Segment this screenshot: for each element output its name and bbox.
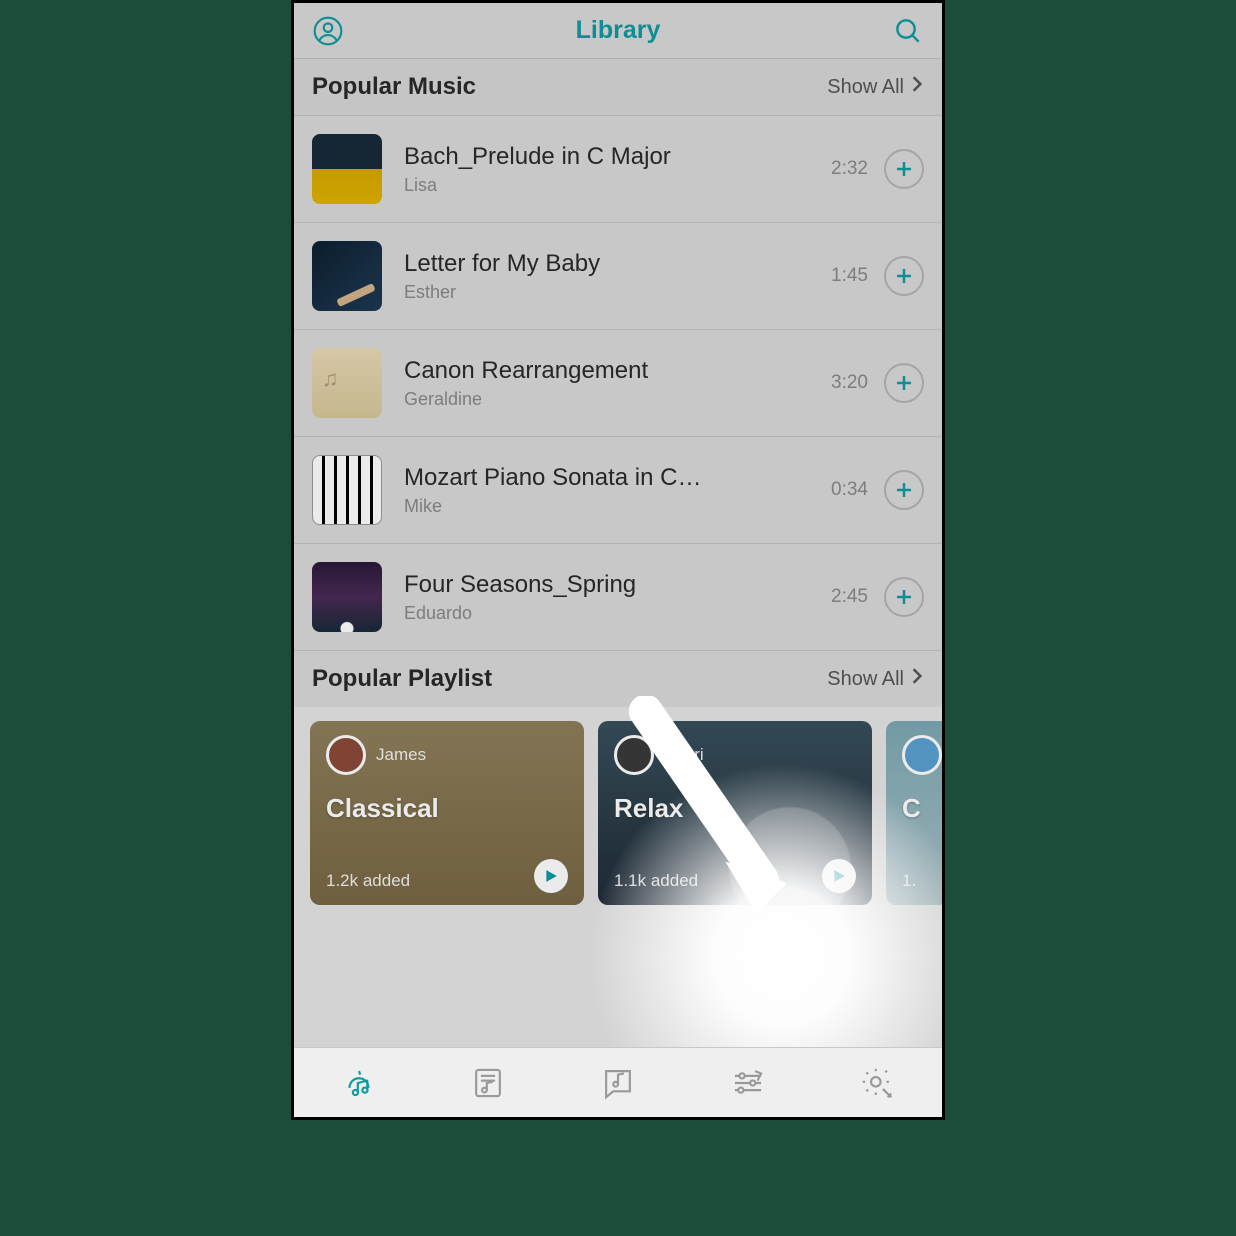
section-title: Popular Music [312,73,476,101]
add-track-button[interactable] [884,256,924,296]
track-duration: 2:32 [831,158,868,180]
track-info: Canon Rearrangement Geraldine [404,357,831,410]
track-thumbnail [312,241,382,311]
playlist-owner-name: Sheri [664,745,704,765]
playlist-added-count: 1.1k added [614,871,698,891]
search-icon[interactable] [892,15,924,47]
playlist-added-count: 1.2k added [326,871,410,891]
show-all-playlist-link[interactable]: Show All [827,667,924,691]
playlist-owner-name: James [376,745,426,765]
tab-playlists[interactable] [469,1064,507,1102]
track-row[interactable]: Four Seasons_Spring Eduardo 2:45 [294,544,942,651]
track-row[interactable]: Letter for My Baby Esther 1:45 [294,223,942,330]
playlist-owner: Sheri [614,735,856,775]
track-artist: Mike [404,496,831,517]
playlist-title: Classical [326,793,568,824]
app-screen: Library Popular Music Show All Bach_Prel… [291,0,945,1120]
section-header-popular-playlist: Popular Playlist Show All [294,651,942,707]
track-info: Letter for My Baby Esther [404,250,831,303]
track-row[interactable]: Canon Rearrangement Geraldine 3:20 [294,330,942,437]
playlist-owner [902,735,942,775]
add-track-button[interactable] [884,149,924,189]
playlist-card[interactable]: C 1. [886,721,942,905]
play-button[interactable] [822,859,856,893]
track-info: Four Seasons_Spring Eduardo [404,571,831,624]
track-duration: 3:20 [831,372,868,394]
chevron-right-icon [910,667,924,691]
avatar [614,735,654,775]
tab-bar [294,1047,942,1117]
track-thumbnail [312,348,382,418]
add-track-button[interactable] [884,363,924,403]
tab-notes[interactable] [599,1064,637,1102]
playlist-card[interactable]: James Classical 1.2k added [310,721,584,905]
track-artist: Eduardo [404,603,831,624]
section-header-popular-music: Popular Music Show All [294,59,942,116]
track-title: Bach_Prelude in C Major [404,143,831,171]
track-title: Mozart Piano Sonata in C… [404,464,831,492]
chevron-right-icon [910,75,924,99]
track-artist: Lisa [404,175,831,196]
section-title: Popular Playlist [312,665,492,693]
track-thumbnail [312,134,382,204]
avatar [326,735,366,775]
avatar [902,735,942,775]
tab-editor[interactable] [729,1064,767,1102]
show-all-label: Show All [827,76,904,99]
playlist-scroll[interactable]: James Classical 1.2k added Sheri Relax 1… [294,707,942,905]
track-duration: 0:34 [831,479,868,501]
show-all-music-link[interactable]: Show All [827,75,924,99]
tab-library[interactable] [340,1064,378,1102]
track-thumbnail [312,455,382,525]
play-button[interactable] [534,859,568,893]
playlist-owner: James [326,735,568,775]
page-title: Library [576,16,661,45]
track-artist: Esther [404,282,831,303]
track-thumbnail [312,562,382,632]
add-track-button[interactable] [884,577,924,617]
track-info: Bach_Prelude in C Major Lisa [404,143,831,196]
playlist-title: Relax [614,793,856,824]
track-info: Mozart Piano Sonata in C… Mike [404,464,831,517]
profile-icon[interactable] [312,15,344,47]
track-row[interactable]: Bach_Prelude in C Major Lisa 2:32 [294,116,942,223]
playlist-title: C [902,793,942,824]
track-title: Letter for My Baby [404,250,831,278]
track-duration: 1:45 [831,265,868,287]
playlist-card[interactable]: Sheri Relax 1.1k added [598,721,872,905]
add-track-button[interactable] [884,470,924,510]
track-row[interactable]: Mozart Piano Sonata in C… Mike 0:34 [294,437,942,544]
app-header: Library [294,3,942,59]
track-list: Bach_Prelude in C Major Lisa 2:32 Letter… [294,116,942,651]
show-all-label: Show All [827,668,904,691]
tab-settings[interactable] [858,1064,896,1102]
playlist-added-count: 1. [902,871,916,891]
track-duration: 2:45 [831,586,868,608]
track-artist: Geraldine [404,389,831,410]
track-title: Four Seasons_Spring [404,571,831,599]
track-title: Canon Rearrangement [404,357,831,385]
